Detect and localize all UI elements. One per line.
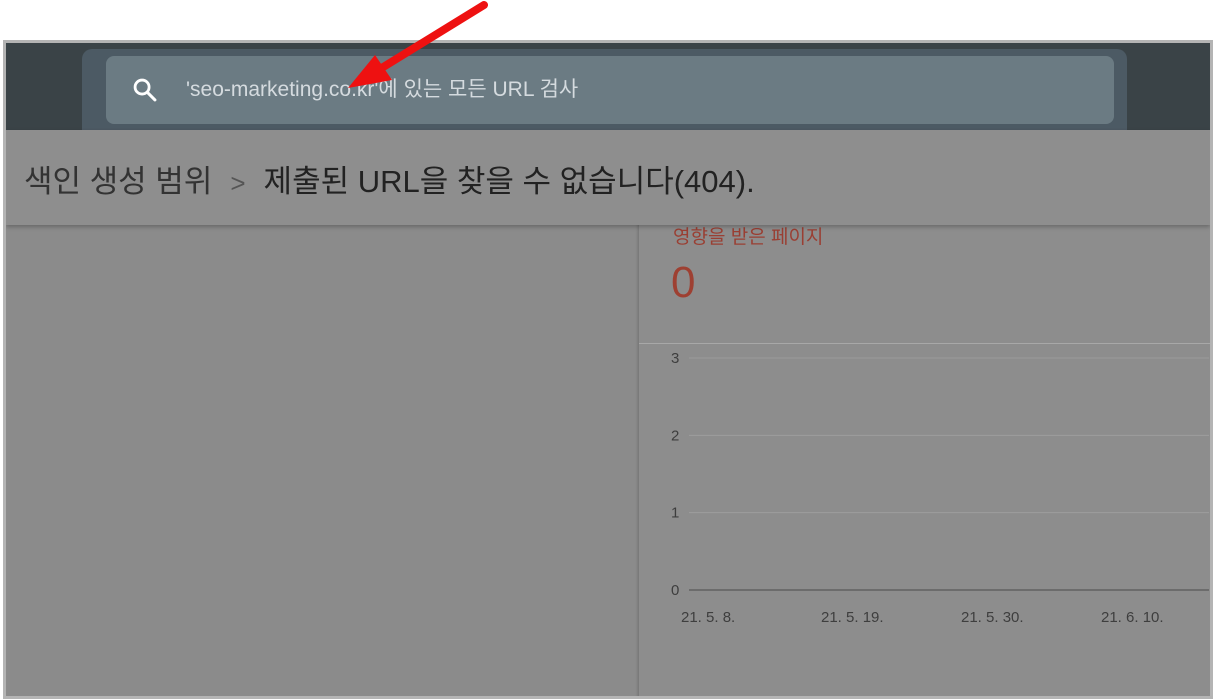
breadcrumb: 색인 생성 범위 > 제출된 URL을 찾을 수 없습니다(404). xyxy=(24,156,755,201)
x-tick-label: 21. 6. 10. xyxy=(1101,609,1164,626)
x-tick-label: 21. 5. 19. xyxy=(821,609,884,626)
url-inspection-input[interactable] xyxy=(186,74,1086,106)
affected-pages-label: 영향을 받은 페이지 xyxy=(673,227,824,248)
page-title: 제출된 URL을 찾을 수 없습니다(404). xyxy=(263,164,755,199)
x-tick-label: 21. 5. 8. xyxy=(681,609,735,626)
affected-pages-chart: 0 1 2 3 21. 5. 8. 21. 5. 19. 21. 5. 30. 21. 6. … xyxy=(671,350,1209,626)
breadcrumb-bar: 색인 생성 범위 > 제출된 URL을 찾을 수 없습니다(404). xyxy=(6,130,1210,225)
left-pane xyxy=(6,225,638,696)
search-icon[interactable] xyxy=(131,76,159,104)
y-tick-label: 0 xyxy=(671,582,679,599)
y-tick-label: 1 xyxy=(671,505,679,522)
chevron-right-icon: > xyxy=(230,168,246,198)
y-tick-label: 3 xyxy=(671,350,679,367)
x-tick-label: 21. 5. 30. xyxy=(961,609,1024,626)
card-divider xyxy=(639,343,1210,344)
y-tick-label: 2 xyxy=(671,427,679,444)
affected-pages-count: 0 xyxy=(671,258,696,307)
affected-pages-card: 영향을 받은 페이지 0 0 1 2 3 21. 5. 8. 21. 5. 19. 21. … xyxy=(638,213,1210,696)
url-inspection-search-box[interactable] xyxy=(106,56,1114,124)
breadcrumb-parent-link[interactable]: 색인 생성 범위 xyxy=(24,164,212,199)
screenshot-frame: 색인 생성 범위 > 제출된 URL을 찾을 수 없습니다(404). 영향을 받은… xyxy=(3,40,1213,699)
